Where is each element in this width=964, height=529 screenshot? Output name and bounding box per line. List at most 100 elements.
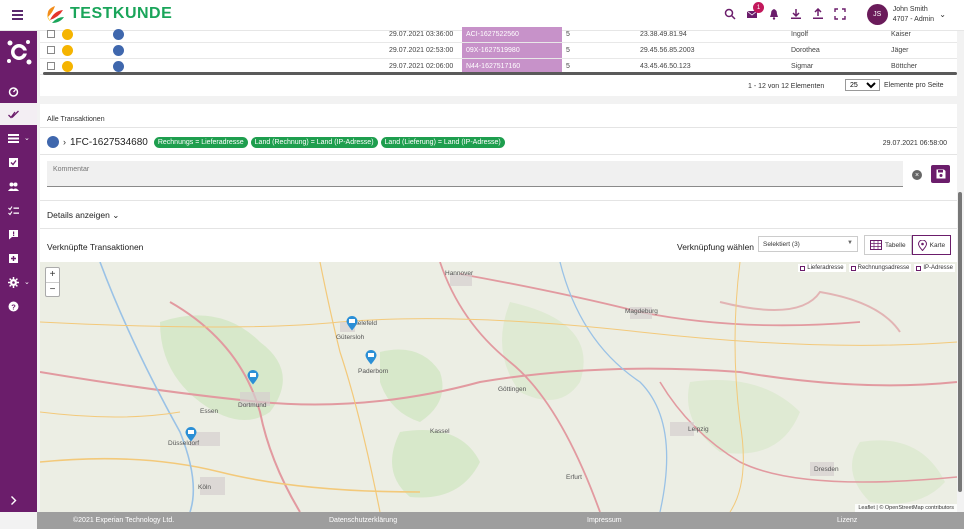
section-label: Alle Transaktionen [47, 116, 105, 123]
link-select-value: Selektiert (3) [763, 241, 800, 248]
view-map-button[interactable]: Karte [911, 235, 952, 255]
app-logo-icon [7, 40, 32, 65]
notification-badge: 1 [753, 2, 764, 13]
status-dot [62, 29, 73, 40]
bell-icon[interactable] [768, 8, 780, 20]
cell-transaction-id[interactable]: ACI-1627522560 [462, 27, 562, 42]
details-toggle[interactable]: Details anzeigen ⌄ [47, 210, 119, 221]
map-attribution[interactable]: Leaflet | © OpenStreetMap contributors [855, 504, 957, 512]
table-row[interactable]: 29.07.2021 02:53:00 09X-1627519980 5 29.45.… [40, 43, 957, 59]
footer-license-link[interactable]: Lizenz [837, 517, 857, 524]
view-table-button[interactable]: Tabelle [864, 235, 912, 255]
map-pin-icon [917, 239, 927, 251]
vertical-scrollbar[interactable] [958, 192, 962, 492]
divider [40, 200, 957, 201]
city-label: Gütersloh [336, 334, 365, 341]
menu-icon[interactable] [12, 10, 23, 20]
row-checkbox[interactable] [47, 30, 55, 38]
comment-input[interactable] [47, 161, 903, 186]
user-name: John Smith [892, 5, 928, 13]
sidebar-item-add[interactable] [0, 247, 37, 269]
cell-date: 29.07.2021 02:06:00 [389, 63, 454, 70]
match-tag[interactable]: Land (Lieferung) = Land (IP-Adresse) [380, 136, 505, 148]
cell-score: 5 [566, 63, 570, 70]
users-icon [8, 182, 19, 191]
sidebar-expand-button[interactable] [0, 489, 37, 511]
cell-first-name: Ingolf [791, 31, 809, 38]
pagination: 1 - 12 von 12 Elementen 25 Elemente pro … [40, 76, 957, 96]
status-dot [113, 45, 124, 56]
sidebar-item-users[interactable] [0, 175, 37, 197]
user-menu[interactable]: JS John Smith 4707 - Admin ⌄ [866, 4, 946, 25]
footer-imprint-link[interactable]: Impressum [587, 517, 622, 524]
chevron-down-icon: ⌄ [939, 10, 946, 19]
sidebar-item-lists[interactable]: ⌄ [0, 127, 37, 149]
map-marker-icon[interactable] [185, 427, 197, 442]
search-icon[interactable] [724, 8, 736, 20]
cell-transaction-id[interactable]: 09X-1627519980 [462, 43, 562, 58]
save-button[interactable] [931, 165, 950, 183]
avatar: JS [866, 4, 888, 25]
row-checkbox[interactable] [47, 46, 55, 54]
legend-item[interactable]: Lieferadresse [798, 264, 846, 272]
sidebar-item-settings[interactable]: ⌄ [0, 271, 37, 293]
clear-icon[interactable]: × [912, 170, 922, 180]
sidebar-item-tasks[interactable] [0, 151, 37, 173]
legend-item[interactable]: IP-Adresse [914, 264, 955, 272]
sidebar-item-dashboard[interactable] [0, 80, 37, 102]
per-page-label: Elemente pro Seite [884, 82, 944, 89]
divider [40, 228, 957, 229]
linked-transactions-title: Verknüpfte Transaktionen [47, 242, 144, 252]
add-box-icon [9, 253, 18, 263]
cell-last-name: Kaiser [891, 31, 911, 38]
sidebar-item-rules[interactable] [0, 199, 37, 221]
row-checkbox[interactable] [47, 62, 55, 70]
legend-item[interactable]: Rechnungsadresse [848, 264, 912, 272]
zoom-in-button[interactable]: + [46, 268, 59, 282]
map-marker-icon[interactable] [247, 370, 259, 385]
upload-icon[interactable] [812, 8, 824, 20]
table-row[interactable]: 29.07.2021 03:36:00 ACI-1627522560 5 23.38.… [40, 27, 957, 43]
help-icon: ? [8, 301, 19, 311]
map-marker-icon[interactable] [346, 316, 358, 331]
cell-last-name: Böttcher [891, 63, 918, 70]
sidebar-item-help[interactable]: ? [0, 295, 37, 317]
transaction-detail: Alle Transaktionen › 1FC-1627534680 Rech… [40, 104, 957, 512]
chevron-down-icon: ⌄ [24, 279, 30, 286]
city-label: Hannover [445, 270, 474, 277]
sidebar-item-messages[interactable] [0, 223, 37, 245]
city-label: Dresden [814, 466, 839, 473]
link-select-label: Verknüpfung wählen [677, 242, 755, 252]
map-view[interactable]: Hannover Magdeburg Bielefeld Gütersloh P… [40, 262, 957, 512]
map-marker-icon[interactable] [365, 350, 377, 365]
fullscreen-icon[interactable] [834, 8, 846, 20]
footer-privacy-link[interactable]: Datenschutzerklärung [329, 517, 397, 524]
cell-last-name: Jäger [891, 47, 909, 54]
brand-logo: TESTKUNDE [44, 3, 172, 25]
sidebar-item-transactions[interactable] [0, 103, 37, 125]
mail-icon[interactable]: 1 [746, 2, 764, 20]
match-tag[interactable]: Land (Rechnung) = Land (IP-Adresse) [250, 136, 378, 148]
comment-field[interactable] [47, 161, 903, 187]
chevron-down-icon: ⌄ [24, 135, 30, 142]
link-select[interactable]: Selektiert (3) ▼ [758, 236, 858, 252]
download-icon[interactable] [790, 8, 802, 20]
status-dot [47, 136, 59, 148]
match-tag[interactable]: Rechnungs = Lieferadresse [153, 136, 248, 148]
horizontal-scrollbar[interactable] [43, 72, 957, 75]
gear-icon [8, 276, 19, 288]
page-size-select[interactable]: 25 [845, 79, 880, 91]
footer: ©2021 Experian Technology Ltd. Datenschu… [37, 512, 964, 529]
city-label: Dortmund [238, 402, 267, 409]
zoom-control: + − [45, 267, 60, 297]
cell-score: 5 [566, 47, 570, 54]
transaction-date: 29.07.2021 06:58:00 [882, 140, 947, 147]
pager-count: 1 - 12 von 12 Elementen [748, 83, 825, 90]
cell-ip: 23.38.49.81.94 [640, 31, 687, 38]
zoom-out-button[interactable]: − [46, 282, 59, 296]
chevron-right-icon[interactable]: › [63, 137, 66, 147]
city-label: Essen [200, 408, 219, 415]
cell-ip: 43.45.46.50.123 [640, 63, 691, 70]
chevron-right-icon [11, 495, 17, 505]
sidebar: ⌄ ⌄ ? [0, 31, 37, 512]
